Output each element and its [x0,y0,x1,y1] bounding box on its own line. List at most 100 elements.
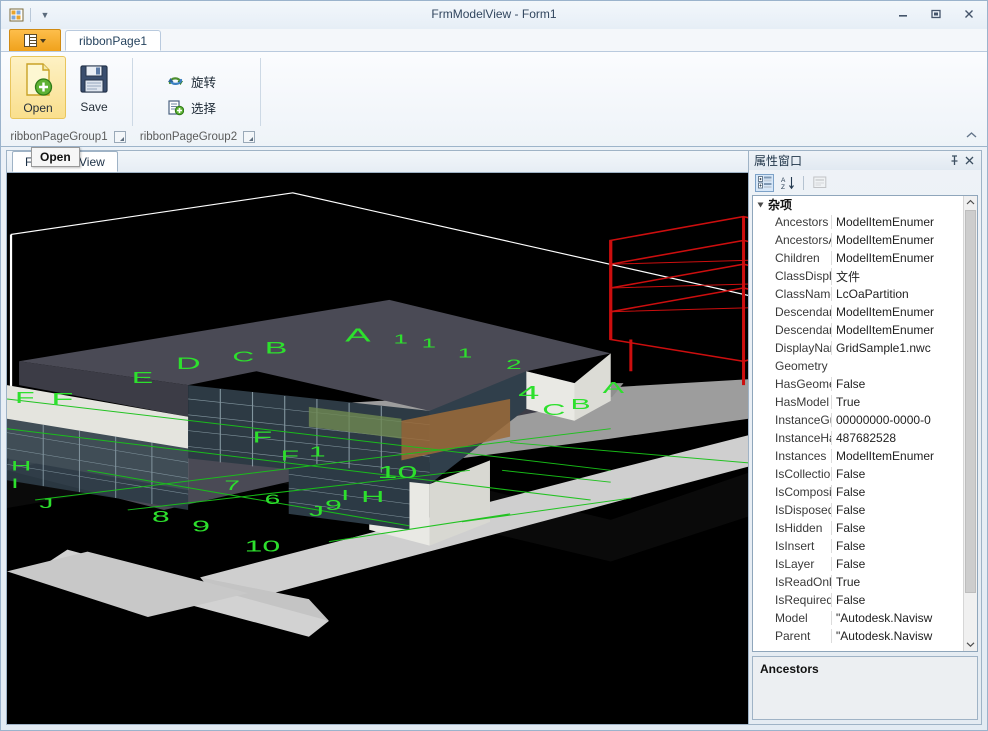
property-row[interactable]: Instances ModelItemEnumer [753,447,964,465]
dialog-launcher-icon[interactable] [243,130,256,143]
chevron-down-icon[interactable] [964,638,977,651]
dialog-launcher-icon[interactable] [113,130,126,143]
property-row[interactable]: InstanceHash487682528 [753,429,964,447]
property-row[interactable]: Ancestors ModelItemEnumer [753,213,964,231]
property-value[interactable]: False [831,503,964,517]
save-button[interactable]: Save [66,56,122,117]
property-value[interactable]: ModelItemEnumer [831,233,964,247]
property-row[interactable]: IsHidden False [753,519,964,537]
property-value[interactable]: ModelItemEnumer [831,449,964,463]
svg-text:1: 1 [422,336,437,350]
svg-text:9: 9 [192,518,210,535]
property-row[interactable]: Children ModelItemEnumer [753,249,964,267]
ribbon-tab-ribbonpage1[interactable]: ribbonPage1 [65,30,162,51]
property-value[interactable]: True [831,575,964,589]
chevron-down-icon [40,38,46,43]
property-row[interactable]: Geometry [753,357,964,375]
title-bar: ▼ FrmModelView - Form1 [1,1,987,29]
svg-text:I: I [341,487,349,504]
property-row[interactable]: ClassDisplayNa文件 [753,267,964,285]
property-row[interactable]: Parent "Autodesk.Navisw [753,627,964,645]
property-value[interactable]: ModelItemEnumer [831,323,964,337]
property-category-row[interactable]: 杂项 [753,196,964,213]
application-menu-button[interactable] [9,29,61,51]
property-pages-button [810,174,829,192]
rotate-button[interactable]: 旋转 [161,68,222,94]
svg-text:2: 2 [506,357,522,373]
properties-toolbar: A Z [752,172,978,193]
scrollbar-thumb[interactable] [965,210,976,593]
property-value[interactable]: 487682528 [831,431,964,445]
property-row[interactable]: HasModel True [753,393,964,411]
maximize-icon[interactable] [924,5,948,23]
property-row[interactable]: Descendants/ModelItemEnumer [753,321,964,339]
window-title: FrmModelView - Form1 [431,7,557,21]
property-row[interactable]: DescendantsModelItemEnumer [753,303,964,321]
property-value[interactable]: True [831,395,964,409]
property-key: IsReadOnly [775,575,831,589]
ribbon-group-1-label: ribbonPageGroup1 [10,130,108,143]
toolbar-separator [803,175,804,190]
property-value[interactable]: ModelItemEnumer [831,215,964,229]
property-row[interactable]: IsRequired False [753,591,964,609]
property-grid-scrollbar[interactable] [963,196,977,651]
property-row[interactable]: ClassName LcOaPartition [753,285,964,303]
svg-text:1: 1 [309,443,326,460]
property-key: Children [775,251,820,265]
property-value[interactable]: False [831,521,964,535]
property-row[interactable]: IsCollection False [753,465,964,483]
property-value[interactable]: 文件 [831,267,964,285]
property-value[interactable]: "Autodesk.Navisw [831,611,964,625]
chevron-up-icon[interactable] [963,128,979,142]
property-value[interactable]: ModelItemEnumer [831,251,964,265]
svg-text:H: H [361,488,384,505]
workspace: 结构树 Open GridSample1.nwc<Room Separation… [6,147,982,725]
property-value[interactable]: False [831,485,964,499]
svg-text:C: C [542,401,565,418]
property-value[interactable]: False [831,467,964,481]
minimize-icon[interactable] [891,5,915,23]
property-value[interactable]: ModelItemEnumer [831,305,964,319]
property-key: InstanceGuid [775,413,831,427]
close-icon[interactable] [962,153,977,168]
property-key: Descendants/ [775,323,831,337]
property-value[interactable]: 00000000-0000-0 [831,413,964,427]
property-row[interactable]: IsInsert False [753,537,964,555]
property-row[interactable]: InstanceGuid00000000-0000-0 [753,411,964,429]
property-row[interactable]: DisplayNameGridSample1.nwc [753,339,964,357]
alphabetical-button[interactable]: A Z [778,174,797,192]
property-value[interactable]: LcOaPartition [831,287,964,301]
property-row[interactable]: IsCompositeFalse [753,483,964,501]
pin-icon[interactable] [947,153,962,168]
property-value[interactable]: GridSample1.nwc [831,341,964,355]
chevron-up-icon[interactable] [964,196,977,209]
close-icon[interactable] [957,5,981,23]
property-key: AncestorsAnd [775,233,831,247]
svg-text:E: E [132,369,153,386]
open-button[interactable]: Open [10,56,66,119]
property-row[interactable]: AncestorsAndModelItemEnumer [753,231,964,249]
property-row[interactable]: HasGeometryFalse [753,375,964,393]
select-button[interactable]: 选择 [161,94,222,120]
property-row[interactable]: IsDisposed False [753,501,964,519]
svg-text:D: D [176,354,201,373]
categorized-button[interactable] [755,173,774,192]
property-value[interactable]: False [831,593,964,607]
property-row[interactable]: IsReadOnlyTrue [753,573,964,591]
property-value[interactable]: False [831,539,964,553]
svg-text:10: 10 [244,538,280,555]
sort-az-icon: A Z [781,176,794,190]
property-value[interactable]: False [831,557,964,571]
svg-text:10: 10 [377,463,417,483]
svg-text:6: 6 [265,492,281,508]
property-row[interactable]: Model "Autodesk.Navisw [753,609,964,627]
svg-text:A: A [603,379,625,396]
property-grid[interactable]: 杂项 AncestorsModelItemEnumerAncestorsAndM… [752,195,978,652]
property-row[interactable]: IsLayer False [753,555,964,573]
property-value[interactable]: False [831,377,964,391]
property-key: DisplayName [775,341,831,355]
svg-text:4: 4 [518,383,539,404]
open-document-icon [26,63,53,96]
property-key: Instances [775,449,827,463]
property-value[interactable]: "Autodesk.Navisw [831,629,964,643]
